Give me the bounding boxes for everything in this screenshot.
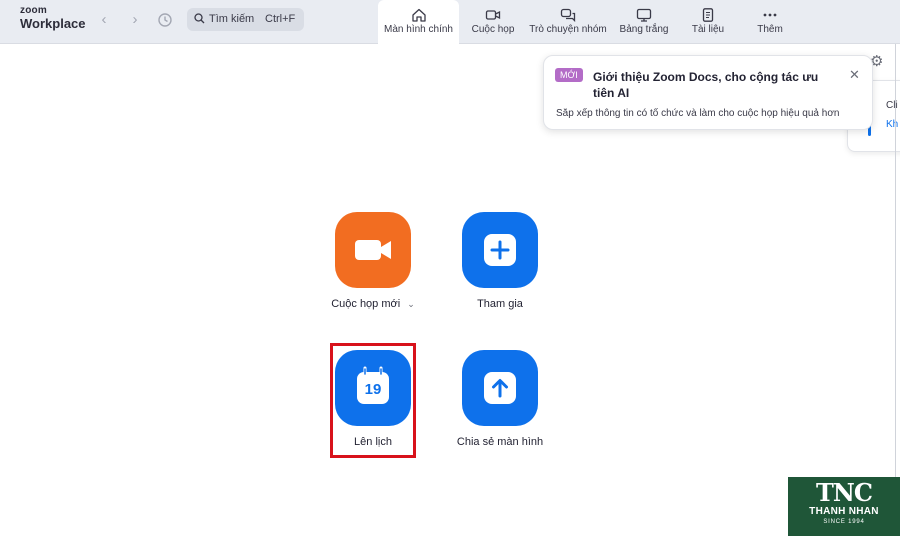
more-icon — [763, 13, 777, 17]
new-meeting-button[interactable] — [335, 212, 411, 288]
plus-icon — [484, 234, 516, 266]
tab-team-chat-label: Trò chuyện nhóm — [529, 24, 607, 35]
zoom-workplace-logo: zoom Workplace — [20, 5, 86, 31]
whiteboard-icon — [636, 8, 652, 22]
history-icon[interactable] — [154, 10, 176, 30]
join-action[interactable]: Tham gia — [425, 212, 575, 310]
chat-icon — [560, 8, 576, 22]
join-label: Tham gia — [477, 298, 523, 310]
search-placeholder: Tìm kiếm — [209, 13, 255, 25]
video-camera-icon — [355, 240, 391, 260]
thanh-nhan-watermark: TNC THANH NHAN SINCE 1994 — [788, 477, 900, 536]
tab-more-label: Thêm — [757, 24, 783, 35]
top-bar: zoom Workplace ‹ › Tìm kiếm Ctrl+F Màn h… — [0, 0, 900, 45]
share-screen-label: Chia sẻ màn hình — [456, 436, 544, 448]
logo-workplace-text: Workplace — [20, 16, 86, 31]
close-icon[interactable]: ✕ — [849, 67, 860, 83]
window-divider — [895, 44, 896, 536]
tab-docs[interactable]: Tài liệu — [685, 0, 731, 44]
tab-team-chat[interactable]: Trò chuyện nhóm — [526, 0, 610, 44]
watermark-name: THANH NHAN — [809, 506, 879, 517]
join-button[interactable] — [462, 212, 538, 288]
tab-more[interactable]: Thêm — [748, 0, 792, 44]
tab-home-label: Màn hình chính — [384, 24, 453, 35]
schedule-highlight-box — [330, 343, 416, 458]
video-icon — [485, 10, 501, 20]
watermark-logo: TNC — [816, 478, 873, 507]
search-icon — [194, 13, 205, 27]
chevron-down-icon[interactable]: ⌄ — [407, 299, 415, 309]
share-screen-icon — [484, 372, 516, 404]
tab-meetings-label: Cuộc họp — [471, 24, 515, 35]
watermark-since: SINCE 1994 — [823, 519, 865, 525]
back-arrow-icon[interactable]: ‹ — [93, 10, 115, 30]
tab-meetings[interactable]: Cuộc họp — [467, 0, 519, 44]
new-badge: MỚI — [555, 68, 583, 82]
tab-whiteboard[interactable]: Bảng trắng — [616, 0, 672, 44]
home-icon — [411, 8, 426, 22]
document-icon — [702, 8, 714, 22]
tab-docs-label: Tài liệu — [691, 24, 725, 35]
share-screen-button[interactable] — [462, 350, 538, 426]
popup-description: Sắp xếp thông tin có tổ chức và làm cho … — [556, 108, 840, 119]
search-box[interactable]: Tìm kiếm Ctrl+F — [187, 8, 304, 31]
tab-home[interactable]: Màn hình chính — [378, 0, 459, 45]
side-panel-link[interactable]: Kh — [886, 119, 898, 130]
popup-title: Giới thiệu Zoom Docs, cho cộng tác ưu ti… — [593, 70, 819, 100]
share-screen-action[interactable]: Chia sẻ màn hình — [425, 350, 575, 448]
logo-zoom-text: zoom — [20, 5, 47, 16]
tab-whiteboard-label: Bảng trắng — [619, 24, 669, 35]
forward-arrow-icon[interactable]: › — [124, 10, 146, 30]
search-shortcut: Ctrl+F — [265, 13, 296, 25]
zoom-docs-intro-popup: MỚI Giới thiệu Zoom Docs, cho cộng tác ư… — [543, 55, 873, 130]
new-meeting-label: Cuộc họp mới — [331, 298, 401, 310]
